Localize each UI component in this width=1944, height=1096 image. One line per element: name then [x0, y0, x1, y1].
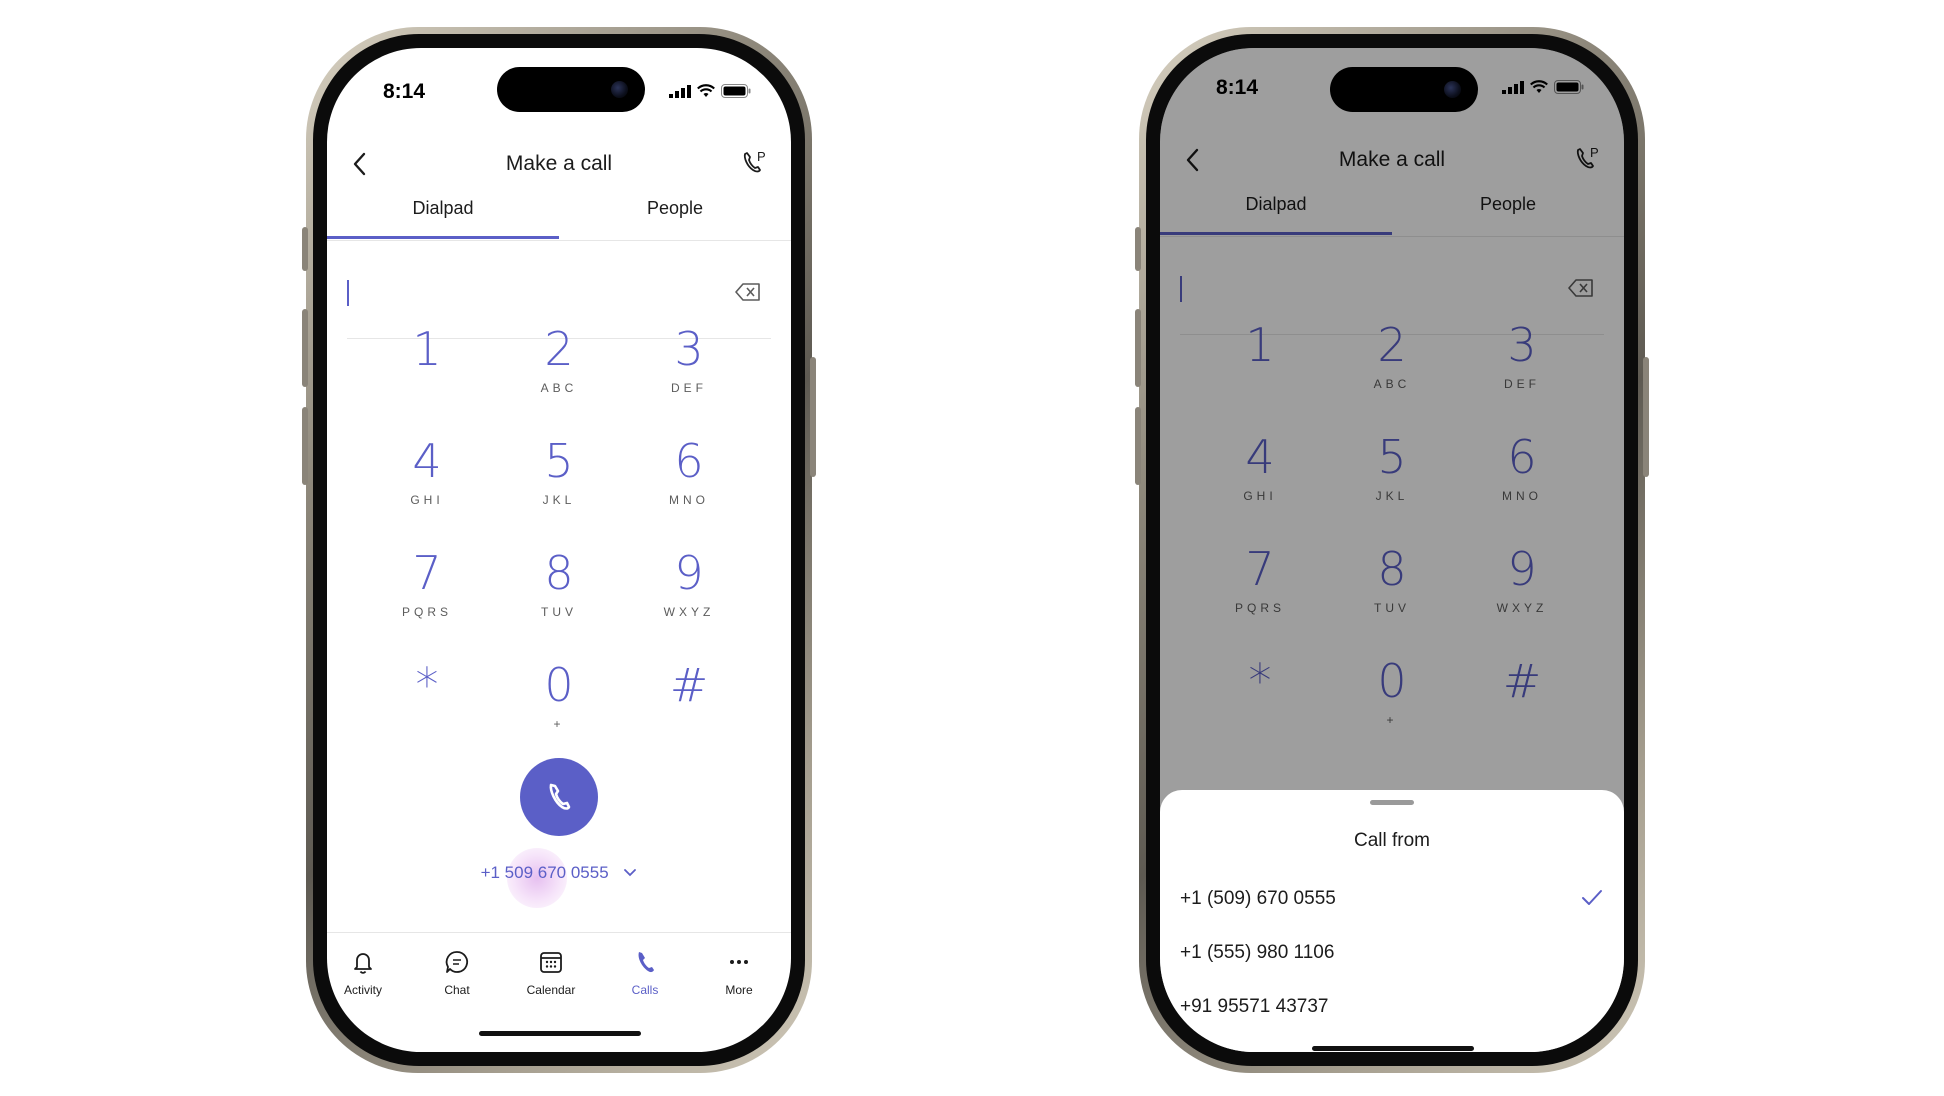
key-letters: TUV [541, 605, 577, 619]
option-number: +91 95571 43737 [1180, 996, 1329, 1017]
key-letters: DEF [671, 381, 707, 395]
call-park-icon[interactable]: P [739, 148, 769, 178]
text-caret [347, 280, 349, 306]
key-1[interactable]: 1 [357, 321, 497, 417]
key-8[interactable]: 8 TUV [489, 545, 629, 641]
sheet-title: Call from [1353, 830, 1430, 851]
calendar-icon [540, 952, 562, 973]
tab-bar: Dialpad People [327, 198, 791, 241]
call-from-sheet: Call from +1 (509) 670 0555 +1 (555) 980… [1160, 790, 1624, 1052]
more-icon [730, 960, 748, 964]
caller-id-number: +1 509 670 0555 [480, 863, 609, 882]
key-hash[interactable]: # [619, 657, 759, 753]
key-digit: 8 [544, 546, 574, 600]
key-digit: 1 [412, 322, 442, 376]
left-phone-frame: 8:14 Make a call P Dialpad People 1 2 ABC… [302, 27, 816, 1073]
right-phone-frame: 8:14 Make a call P Dialpad People 1 2 ABC… [1135, 27, 1649, 1073]
dynamic-island [1330, 67, 1478, 112]
key-letters: ABC [540, 381, 578, 395]
sheet-grabber[interactable] [1370, 800, 1414, 805]
call-button[interactable] [520, 758, 598, 836]
tab-dialpad[interactable]: Dialpad [327, 198, 559, 239]
key-2[interactable]: 2 ABC [489, 321, 629, 417]
nav-label: Calendar [526, 983, 576, 997]
key-digit: 0 [544, 658, 574, 712]
key-letters: PQRS [401, 605, 452, 619]
status-time: 8:14 [383, 80, 426, 103]
key-3[interactable]: 3 DEF [619, 321, 759, 417]
call-from-option-2[interactable]: +1 (555) 980 1106 [1180, 942, 1604, 964]
nav-calendar[interactable]: Calendar [505, 947, 597, 997]
tab-people-label: People [646, 198, 704, 218]
key-digit: 9 [674, 546, 704, 600]
key-letters [357, 381, 497, 395]
checkmark-icon [1582, 890, 1602, 905]
phone-icon [549, 783, 571, 810]
dynamic-island [497, 67, 645, 112]
key-4[interactable]: 4 GHI [357, 433, 497, 529]
caller-id-selector[interactable]: +1 509 670 0555 [327, 863, 791, 883]
call-from-option-3[interactable]: +91 95571 43737 [1180, 996, 1604, 1018]
bell-icon [354, 953, 372, 974]
key-digit: # [669, 658, 709, 712]
option-number: +1 (555) 980 1106 [1180, 942, 1335, 963]
key-digit: 6 [674, 434, 704, 488]
key-digit: 5 [544, 434, 574, 488]
key-digit: 7 [412, 546, 442, 600]
status-icons [669, 84, 751, 98]
key-digit: 2 [544, 322, 574, 376]
nav-calls[interactable]: Calls [599, 947, 691, 997]
nav-label: Chat [444, 983, 470, 997]
key-letters: JKL [542, 493, 576, 507]
tab-people[interactable]: People [559, 198, 791, 219]
wifi-icon [697, 84, 715, 97]
key-6[interactable]: 6 MNO [619, 433, 759, 529]
nav-label: Activity [343, 983, 382, 997]
key-7[interactable]: 7 PQRS [357, 545, 497, 641]
key-digit: 4 [412, 434, 442, 488]
home-indicator[interactable] [479, 1031, 641, 1036]
key-5[interactable]: 5 JKL [489, 433, 629, 529]
nav-activity[interactable]: Activity [327, 947, 409, 997]
page-title: Make a call [505, 152, 613, 175]
nav-label: Calls [631, 983, 659, 997]
key-letters: + [553, 717, 565, 731]
nav-label: More [725, 983, 753, 997]
nav-more[interactable]: More [693, 947, 785, 997]
nav-chat[interactable]: Chat [411, 947, 503, 997]
key-letters [619, 717, 759, 731]
key-star[interactable]: * [357, 657, 497, 753]
phone-icon [638, 952, 654, 973]
svg-text:P: P [757, 149, 766, 164]
battery-icon [721, 84, 751, 98]
key-digit: * [415, 658, 439, 712]
right-screen: 8:14 Make a call P Dialpad People 1 2 ABC… [1160, 48, 1624, 1052]
left-screen: 8:14 Make a call P Dialpad People 1 2 ABC… [327, 48, 791, 1052]
key-0[interactable]: 0 + [489, 657, 629, 753]
key-letters: GHI [410, 493, 444, 507]
chat-icon [445, 951, 469, 973]
home-indicator[interactable] [1312, 1046, 1474, 1051]
tab-dialpad-label: Dialpad [412, 198, 474, 218]
key-letters: MNO [669, 493, 709, 507]
backspace-icon[interactable] [735, 282, 761, 302]
key-digit: 3 [674, 322, 704, 376]
option-number: +1 (509) 670 0555 [1180, 888, 1336, 909]
key-letters: WXYZ [663, 605, 715, 619]
call-from-option-1[interactable]: +1 (509) 670 0555 [1180, 888, 1604, 910]
key-letters [357, 717, 497, 731]
key-9[interactable]: 9 WXYZ [619, 545, 759, 641]
chevron-down-icon [624, 869, 637, 877]
signal-icon [669, 84, 691, 98]
